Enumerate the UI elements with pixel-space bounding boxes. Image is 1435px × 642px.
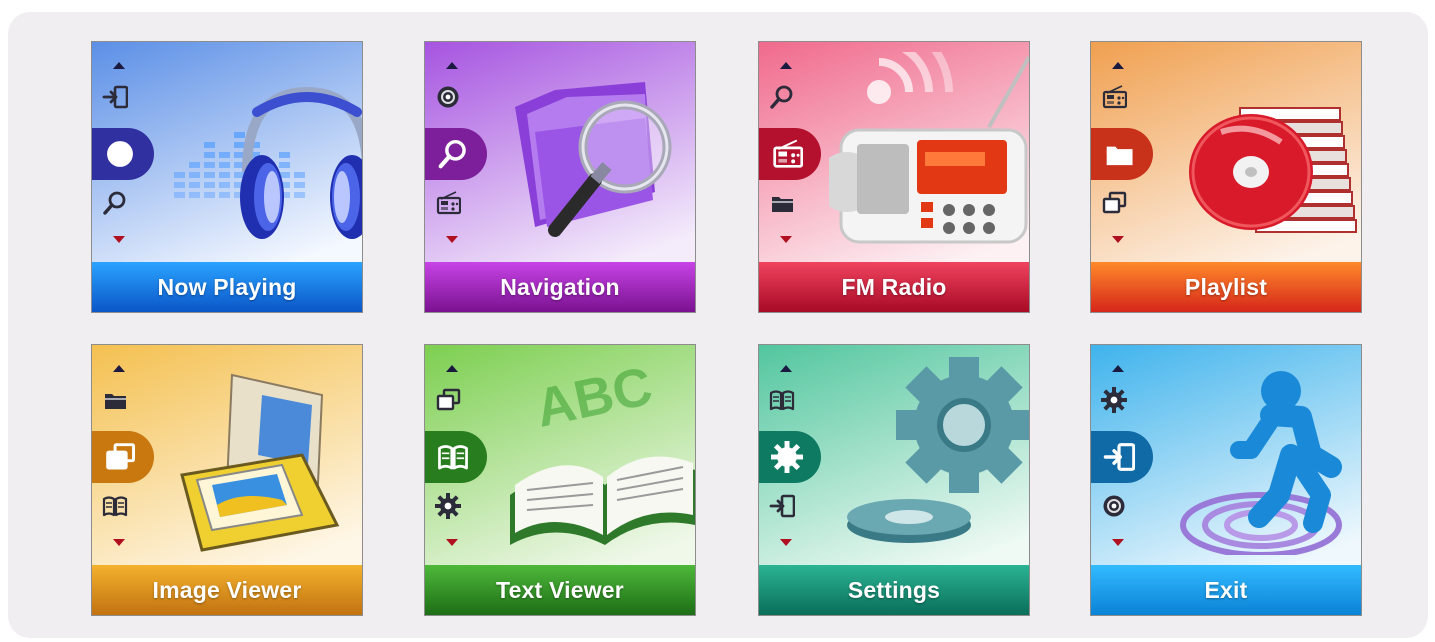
scroll-down-arrow-icon [446, 539, 458, 546]
scroll-down-arrow-icon [113, 236, 125, 243]
scroll-down-arrow-icon [780, 539, 792, 546]
tile-label: Now Playing [92, 262, 362, 312]
selected-item-highlight [425, 128, 487, 180]
scroll-down-arrow-icon [1112, 539, 1124, 546]
tile-artwork [92, 345, 362, 565]
magnifier-icon [769, 84, 799, 110]
tile-rail [92, 42, 162, 262]
scroll-up-arrow-icon [1112, 365, 1124, 372]
tile-artwork [759, 345, 1029, 565]
radio-icon [1101, 84, 1131, 110]
magnifier-icon [102, 190, 132, 216]
running-man-icon [1161, 355, 1361, 560]
svg-text:ABC: ABC [530, 356, 657, 439]
selected-item-highlight [1091, 128, 1153, 180]
disc-icon [435, 84, 465, 110]
cd-stack-icon [1161, 52, 1361, 257]
scroll-down-arrow-icon [1112, 236, 1124, 243]
selected-item-highlight [92, 431, 154, 483]
tile-artwork [1091, 345, 1361, 565]
disc-icon [1101, 493, 1131, 519]
scroll-up-arrow-icon [780, 62, 792, 69]
menu-tile-playlist[interactable]: Playlist [1090, 41, 1362, 313]
tile-rail [425, 345, 495, 565]
tile-rail [1091, 345, 1161, 565]
window-icon [435, 387, 465, 413]
scroll-up-arrow-icon [113, 62, 125, 69]
radio-icon [817, 42, 1029, 257]
scroll-up-arrow-icon [780, 365, 792, 372]
scroll-down-arrow-icon [113, 539, 125, 546]
tile-label: Playlist [1091, 262, 1361, 312]
exit-icon [102, 84, 132, 110]
tile-label: Settings [759, 565, 1029, 615]
scroll-up-arrow-icon [113, 365, 125, 372]
window-icon [1101, 190, 1131, 216]
tile-artwork [759, 42, 1029, 262]
tile-label: Image Viewer [92, 565, 362, 615]
tile-artwork [92, 42, 362, 262]
selected-item-highlight [425, 431, 487, 483]
tile-rail [425, 42, 495, 262]
open-book-icon: ABC [495, 355, 695, 560]
menu-tile-settings[interactable]: Settings [758, 344, 1030, 616]
radio-icon [435, 190, 465, 216]
scroll-up-arrow-icon [446, 62, 458, 69]
scroll-down-arrow-icon [780, 236, 792, 243]
selected-item-highlight [1091, 431, 1153, 483]
selected-item-highlight [92, 128, 154, 180]
tile-rail [759, 345, 829, 565]
tile-artwork [1091, 42, 1361, 262]
tile-rail [92, 345, 162, 565]
tile-label: Text Viewer [425, 565, 695, 615]
folder-icon [769, 190, 799, 216]
menu-tile-navigation[interactable]: Navigation [424, 41, 696, 313]
headphones-icon [162, 52, 362, 257]
scroll-up-arrow-icon [1112, 62, 1124, 69]
menu-tile-image-viewer[interactable]: Image Viewer [91, 344, 363, 616]
menu-tile-fm-radio[interactable]: FM Radio [758, 41, 1030, 313]
selected-item-highlight [759, 128, 821, 180]
tile-artwork [425, 42, 695, 262]
tile-label: Navigation [425, 262, 695, 312]
menu-tile-exit[interactable]: Exit [1090, 344, 1362, 616]
book-icon [769, 387, 799, 413]
photo-album-icon [162, 355, 362, 560]
selected-item-highlight [759, 431, 821, 483]
tile-rail [1091, 42, 1161, 262]
scroll-down-arrow-icon [446, 236, 458, 243]
tile-artwork: ABC [425, 345, 695, 565]
tile-label: FM Radio [759, 262, 1029, 312]
gear-icon [829, 355, 1029, 560]
tile-label: Exit [1091, 565, 1361, 615]
gear-icon [435, 493, 465, 519]
gear-icon [1101, 387, 1131, 413]
menu-tile-now-playing[interactable]: Now Playing [91, 41, 363, 313]
book-icon [102, 493, 132, 519]
scroll-up-arrow-icon [446, 365, 458, 372]
menu-tile-text-viewer[interactable]: ABC Text Viewer [424, 344, 696, 616]
exit-icon [769, 493, 799, 519]
folder-icon [102, 387, 132, 413]
tile-rail [759, 42, 829, 262]
magnifier-folder-icon [495, 52, 695, 257]
